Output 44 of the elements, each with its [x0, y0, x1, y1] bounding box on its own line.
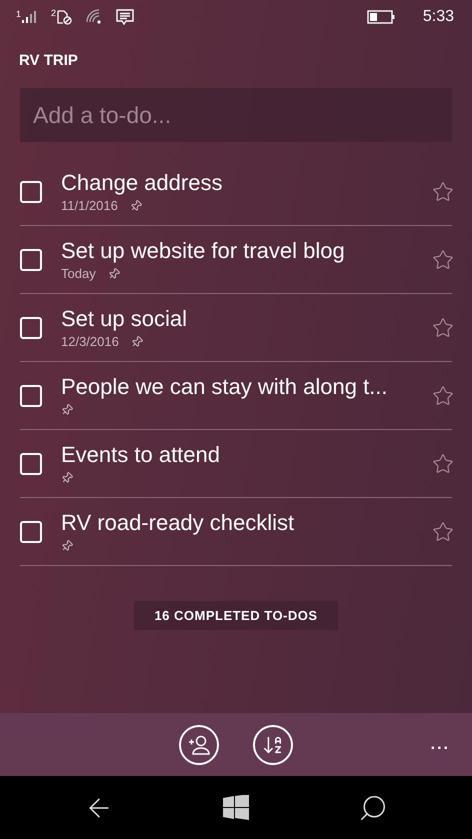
star-icon: [432, 520, 454, 542]
todo-title: Change address: [61, 170, 224, 196]
completed-todos-button[interactable]: 16 COMPLETED TO-DOS: [134, 601, 338, 630]
star-button[interactable]: [432, 384, 454, 406]
wifi-icon: [86, 9, 102, 25]
clock-time: 5:33: [422, 7, 454, 27]
sim-blocked-icon: [56, 9, 72, 25]
todo-title: Set up website for travel blog: [61, 238, 346, 264]
todo-checkbox[interactable]: [20, 180, 42, 202]
star-button[interactable]: [432, 452, 454, 474]
todo-title: RV road-ready checklist: [61, 510, 296, 536]
todo-title: Events to attend: [61, 442, 221, 468]
todo-checkbox[interactable]: [20, 384, 42, 406]
due-date: 12/3/2016: [61, 332, 119, 351]
message-icon: [116, 8, 134, 26]
sim-number: 2: [51, 9, 56, 18]
sim-number: 1: [16, 10, 22, 19]
star-icon: [432, 384, 454, 406]
list-title: RV TRIP: [19, 52, 78, 69]
battery-icon: [366, 10, 395, 24]
due-date: 11/1/2016: [61, 196, 118, 215]
todo-checkbox[interactable]: [20, 452, 42, 474]
todo-checkbox[interactable]: [20, 248, 42, 270]
star-button[interactable]: [432, 520, 454, 542]
sort-button[interactable]: [253, 724, 293, 764]
star-icon: [432, 180, 454, 202]
todo-checkbox[interactable]: [20, 316, 42, 338]
more-button[interactable]: ...: [430, 732, 450, 756]
add-todo-field[interactable]: Add a to-do...: [20, 88, 452, 142]
star-button[interactable]: [432, 180, 454, 202]
windows-logo-icon: [222, 795, 249, 820]
todo-title: People we can stay with along t...: [61, 374, 389, 400]
todo-checkbox[interactable]: [20, 520, 42, 542]
windows-start-button[interactable]: [222, 795, 249, 820]
share-person-button[interactable]: [179, 724, 219, 764]
star-button[interactable]: [432, 248, 454, 270]
star-icon: [432, 248, 454, 270]
todo-title: Set up social: [61, 306, 188, 332]
due-date: Today: [61, 264, 96, 283]
star-button[interactable]: [432, 316, 454, 338]
signal-icon: [21, 10, 38, 24]
star-icon: [432, 316, 454, 338]
star-icon: [432, 452, 454, 474]
add-person-icon: [187, 734, 211, 756]
